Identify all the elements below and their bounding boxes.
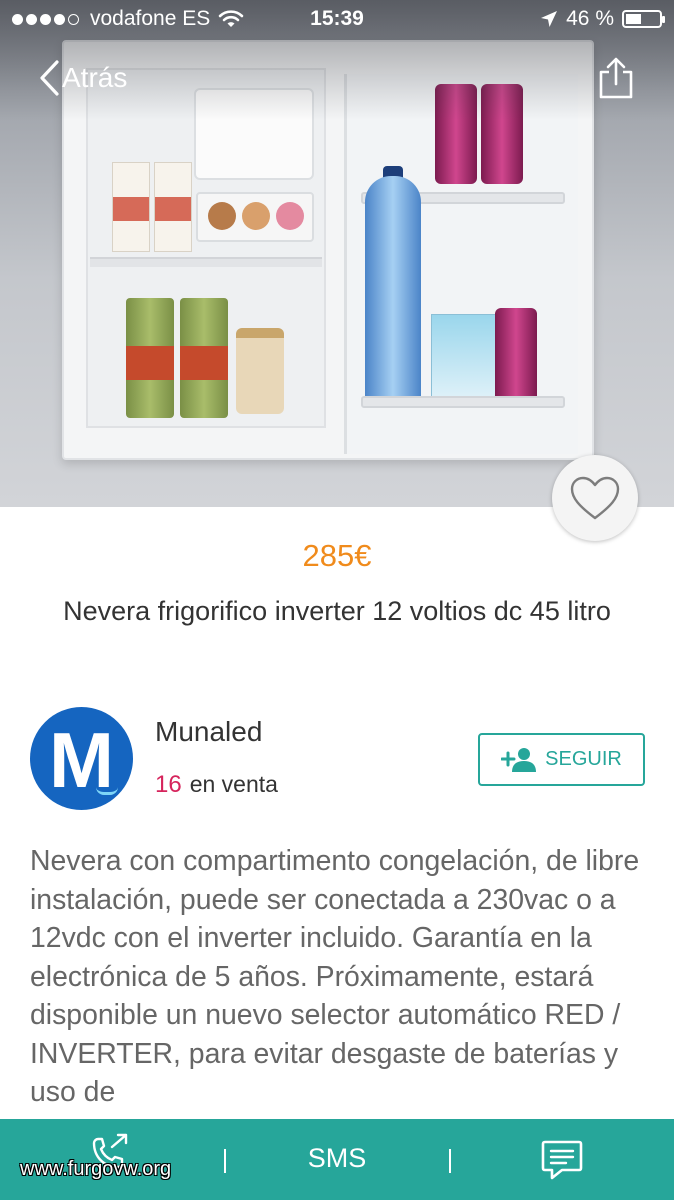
seller-items-count: 16 en venta	[155, 771, 278, 799]
items-count-label: en venta	[189, 771, 278, 797]
bar-divider	[449, 1149, 451, 1173]
seller-name[interactable]: Munaled	[155, 716, 262, 748]
food-can	[126, 298, 174, 418]
chat-icon	[541, 1140, 583, 1180]
milk-carton	[112, 162, 150, 252]
fridge-shelf	[90, 257, 322, 267]
battery-level	[626, 14, 641, 24]
soda-can	[495, 308, 537, 408]
location-arrow-icon	[541, 11, 558, 27]
bar-divider	[224, 1149, 226, 1173]
food-can	[180, 298, 228, 418]
chevron-left-icon	[40, 60, 59, 96]
door-rail	[361, 396, 565, 408]
milk-carton	[154, 162, 192, 252]
back-button[interactable]: Atrás	[38, 58, 127, 98]
sms-button[interactable]: SMS	[262, 1143, 412, 1174]
product-price: 285€	[302, 538, 372, 573]
fridge-door	[344, 74, 578, 454]
product-description: Nevera con compartimento congelación, de…	[30, 845, 640, 1108]
battery-icon	[622, 10, 665, 28]
chat-button[interactable]	[540, 1139, 584, 1181]
food-jar	[236, 328, 284, 414]
back-label: Atrás	[62, 62, 128, 93]
add-user-icon	[501, 747, 537, 772]
share-icon	[599, 57, 633, 99]
product-title: Nevera frigorifico inverter 12 voltios d…	[63, 596, 611, 626]
avatar-swoosh	[96, 787, 118, 795]
status-right: 46 %	[540, 7, 665, 31]
seller-avatar[interactable]: M	[30, 707, 133, 810]
follow-button[interactable]: SEGUIR	[478, 733, 645, 786]
water-bottle	[365, 176, 421, 408]
follow-label: SEGUIR	[545, 748, 622, 770]
favorite-button[interactable]	[552, 455, 638, 541]
food-tray	[196, 192, 314, 242]
heart-outline-icon	[570, 476, 620, 520]
watermark: www.furgovw.org	[20, 1158, 172, 1180]
items-count-number: 16	[155, 771, 182, 798]
share-button[interactable]	[596, 56, 636, 100]
status-bar: vodafone ES 15:39 46 %	[0, 0, 674, 40]
battery-percent: 46 %	[566, 7, 614, 30]
